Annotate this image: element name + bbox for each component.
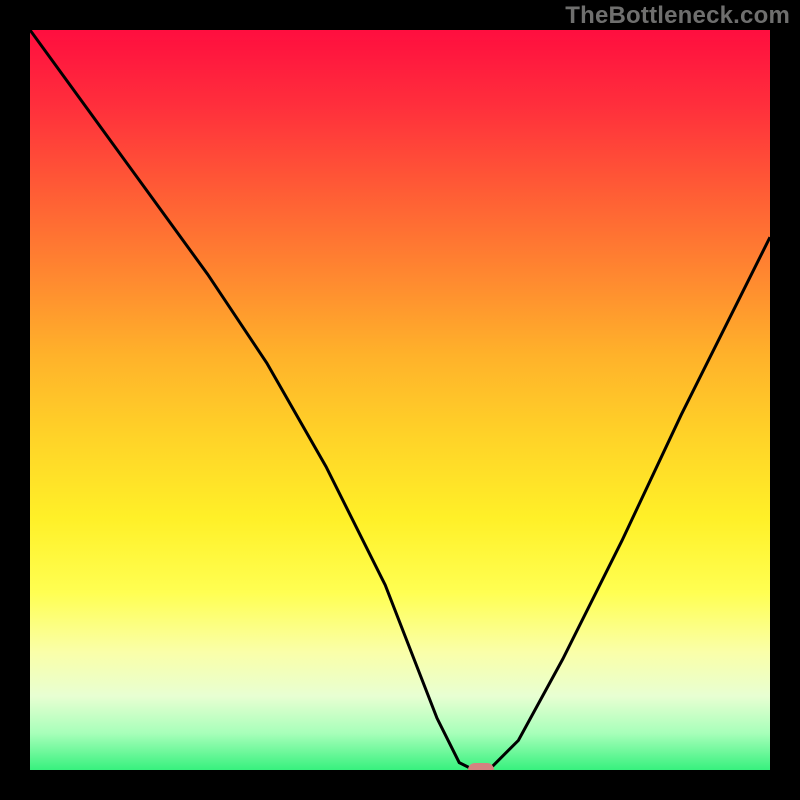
attribution-label: TheBottleneck.com — [565, 2, 790, 30]
curve-path — [30, 30, 770, 770]
bottleneck-curve — [30, 30, 770, 770]
plot-area — [30, 30, 770, 770]
bottleneck-marker-icon — [468, 763, 494, 770]
chart-frame: TheBottleneck.com — [0, 0, 800, 800]
